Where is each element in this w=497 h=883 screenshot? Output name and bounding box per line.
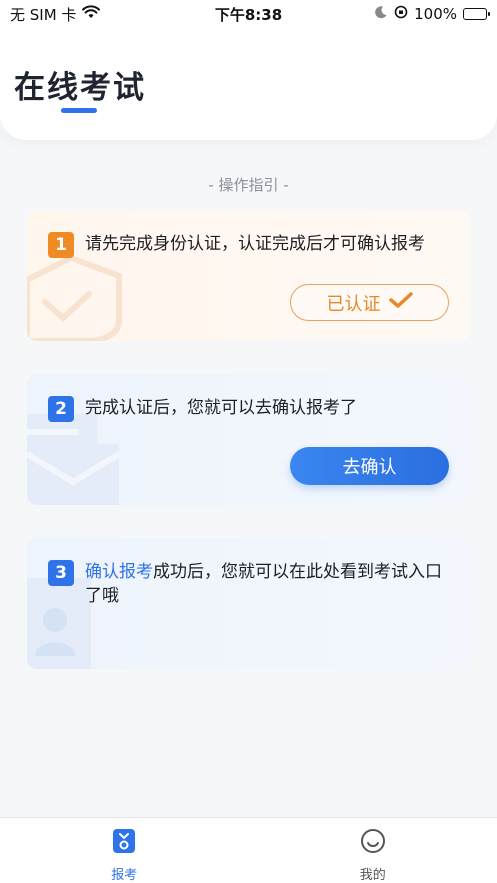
tab-label: 我的: [359, 868, 386, 883]
carrier-label: 无 SIM 卡: [10, 5, 77, 24]
status-right: 100%: [374, 5, 490, 23]
step-text: 请先完成身份认证，认证完成后才可确认报考: [85, 234, 425, 254]
wifi-icon: [82, 5, 101, 23]
step-card-1: 1 请先完成身份认证，认证完成后才可确认报考 已认证: [27, 210, 470, 341]
step-card-3: 3 确认报考成功后，您就可以在此处看到考试入口了哦: [27, 538, 470, 669]
shield-icon: [27, 254, 122, 341]
status-bar: 无 SIM 卡 下午8:38 100%: [0, 0, 497, 28]
verified-label: 已认证: [326, 293, 381, 315]
moon-icon: [374, 5, 388, 23]
step-number-badge: 2: [48, 396, 74, 422]
smile-icon: [360, 828, 386, 858]
tab-label: 报考: [111, 868, 138, 883]
guide-label: - 操作指引 -: [208, 176, 289, 194]
step-text: 确认报考成功后，您就可以在此处看到考试入口了哦: [85, 560, 448, 608]
check-icon: [388, 291, 413, 314]
confirm-button[interactable]: 去确认: [290, 447, 449, 485]
step-number-badge: 3: [48, 560, 74, 586]
verified-button[interactable]: 已认证: [290, 284, 449, 321]
page-title: 在线考试: [14, 70, 146, 106]
battery-icon: [463, 8, 490, 20]
confirm-exam-link[interactable]: 确认报考: [85, 562, 153, 582]
tab-exam[interactable]: 报考: [0, 818, 249, 883]
status-left: 无 SIM 卡: [10, 4, 101, 25]
envelope-icon: [27, 414, 121, 505]
header: 在线考试: [0, 28, 497, 140]
orientation-lock-icon: [394, 5, 408, 23]
exam-icon: [112, 828, 136, 858]
step-text: 完成认证后，您就可以去确认报考了: [85, 398, 357, 418]
tab-mine[interactable]: 我的: [249, 818, 497, 883]
tab-bar: 报考 我的: [0, 817, 497, 883]
battery-percent: 100%: [414, 5, 457, 23]
step-card-2: 2 完成认证后，您就可以去确认报考了 去确认: [27, 374, 470, 505]
title-underline: [61, 108, 97, 113]
step-number-badge: 1: [48, 232, 74, 258]
